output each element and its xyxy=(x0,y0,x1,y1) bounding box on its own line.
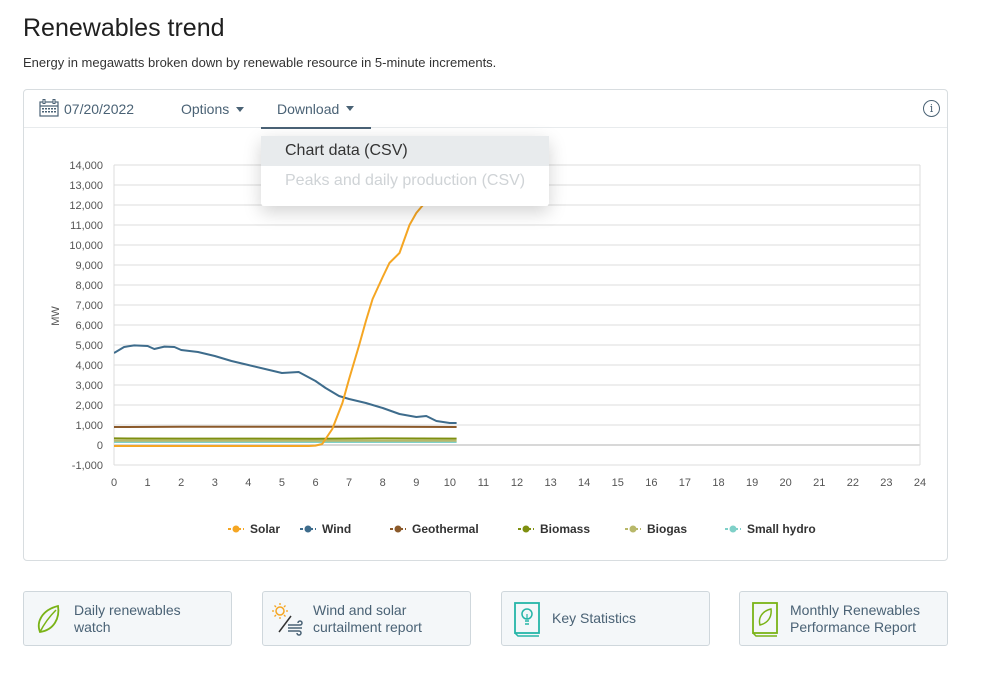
x-tick-label: 22 xyxy=(847,477,859,489)
y-tick-label: 8,000 xyxy=(75,280,103,292)
x-tick-label: 1 xyxy=(145,477,151,489)
x-tick-label: 9 xyxy=(413,477,419,489)
card-label-line1: Wind and solar xyxy=(313,601,407,618)
y-tick-label: 1,000 xyxy=(75,420,103,432)
y-tick-label: 13,000 xyxy=(69,180,103,192)
x-tick-label: 3 xyxy=(212,477,218,489)
x-tick-label: 21 xyxy=(813,477,825,489)
legend-item-biomass[interactable]: Biomass xyxy=(518,522,590,536)
x-tick-label: 10 xyxy=(444,477,456,489)
legend-marker-dot xyxy=(304,525,312,533)
y-tick-label: 11,000 xyxy=(70,220,103,232)
legend-label: Solar xyxy=(250,522,280,536)
y-tick-label: 9,000 xyxy=(75,260,103,272)
y-tick-label: 10,000 xyxy=(69,240,103,252)
x-tick-label: 11 xyxy=(478,477,489,489)
x-tick-label: 12 xyxy=(511,477,523,489)
download-menu: Chart data (CSV) Peaks and daily product… xyxy=(261,136,549,206)
legend-label: Biomass xyxy=(540,522,590,536)
legend-item-small-hydro[interactable]: Small hydro xyxy=(725,522,816,536)
legend-label: Biogas xyxy=(647,522,687,536)
y-axis-label: MW xyxy=(50,306,62,326)
sun-wind-icon xyxy=(263,602,313,636)
x-tick-label: 19 xyxy=(746,477,758,489)
card-daily-renewables-watch[interactable]: Daily renewables watch xyxy=(23,591,232,646)
menu-item-peaks-daily-production-csv: Peaks and daily production (CSV) xyxy=(285,172,526,189)
y-tick-label: 12,000 xyxy=(69,200,103,212)
y-tick-label: 3,000 xyxy=(75,380,103,392)
x-tick-label: 2 xyxy=(178,477,184,489)
x-tick-label: 15 xyxy=(612,477,624,489)
y-tick-label: 2,000 xyxy=(75,400,103,412)
lightbulb-book-icon xyxy=(502,601,552,637)
legend-label: Geothermal xyxy=(412,522,479,536)
x-tick-label: 13 xyxy=(544,477,556,489)
leaf-book-icon xyxy=(740,601,790,637)
card-label-line1: Daily renewables xyxy=(74,601,181,618)
legend-item-biogas[interactable]: Biogas xyxy=(625,522,687,536)
x-tick-label: 17 xyxy=(679,477,691,489)
legend-label: Wind xyxy=(322,522,351,536)
renewables-line-chart: -1,000 0 1,000 2,000 3,000 4,000 5,000 6,000 7,0… xyxy=(50,160,926,536)
card-label-line2: Performance Report xyxy=(790,618,917,635)
legend-marker-dot xyxy=(394,525,402,533)
y-tick-label: 0 xyxy=(97,440,103,452)
legend-marker-dot xyxy=(232,525,240,533)
x-tick-label: 20 xyxy=(780,477,792,489)
x-tick-label: 23 xyxy=(880,477,892,489)
legend-label: Small hydro xyxy=(747,522,816,536)
menu-item-chart-data-csv[interactable]: Chart data (CSV) xyxy=(261,136,549,166)
card-label-line1: Monthly Renewables xyxy=(790,601,920,618)
x-tick-label: 5 xyxy=(279,477,285,489)
series-line-wind xyxy=(114,344,457,424)
x-tick-label: 18 xyxy=(712,477,724,489)
legend-item-wind[interactable]: Wind xyxy=(300,522,351,536)
x-tick-label: 14 xyxy=(578,477,590,489)
card-label-line2: curtailment report xyxy=(313,618,422,635)
x-tick-label: 7 xyxy=(346,477,352,489)
y-tick-label: 5,000 xyxy=(75,340,103,352)
card-wind-solar-curtailment-report[interactable]: Wind and solar curtailment report xyxy=(262,591,471,646)
legend-marker-dot xyxy=(629,525,637,533)
y-tick-label: 14,000 xyxy=(69,160,103,172)
x-tick-label: 24 xyxy=(914,477,926,489)
y-tick-label: 4,000 xyxy=(75,360,103,372)
y-tick-label: 7,000 xyxy=(75,300,103,312)
legend-item-solar[interactable]: Solar xyxy=(228,522,280,536)
legend-marker-dot xyxy=(729,525,737,533)
card-monthly-renewables-performance-report[interactable]: Monthly Renewables Performance Report xyxy=(739,591,948,646)
x-tick-label: 0 xyxy=(111,477,117,489)
card-label-line1: Key Statistics xyxy=(552,610,637,626)
x-tick-label: 16 xyxy=(645,477,657,489)
y-tick-label: -1,000 xyxy=(72,460,103,472)
card-key-statistics[interactable]: Key Statistics xyxy=(501,591,710,646)
x-tick-label: 8 xyxy=(380,477,386,489)
x-tick-label: 4 xyxy=(245,477,251,489)
x-tick-label: 6 xyxy=(312,477,318,489)
card-label-line2: watch xyxy=(74,618,111,635)
legend-marker-dot xyxy=(522,525,530,533)
leaf-icon xyxy=(24,602,74,636)
legend-item-geothermal[interactable]: Geothermal xyxy=(390,522,479,536)
y-tick-label: 6,000 xyxy=(75,320,103,332)
